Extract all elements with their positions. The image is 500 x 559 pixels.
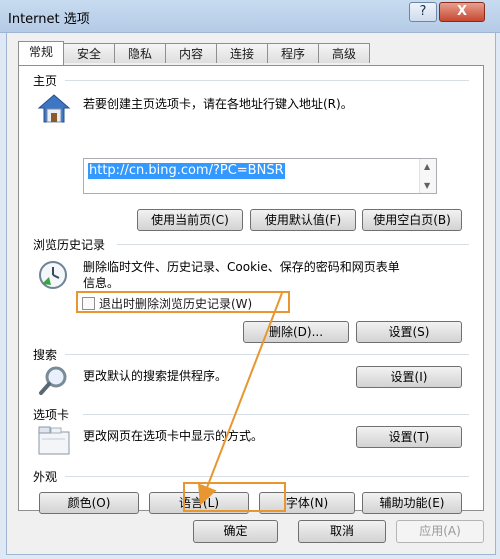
delete-on-exit-row[interactable]: 退出时删除浏览历史记录(W) [76, 291, 290, 313]
delete-history-button[interactable]: 删除(D)... [243, 321, 349, 343]
appearance-heading: 外观 [33, 470, 58, 484]
title-bar: Internet 选项 ? X [0, 0, 500, 33]
home-divider [65, 80, 469, 81]
search-settings-button[interactable]: 设置(I) [356, 366, 462, 388]
delete-on-exit-label: 退出时删除浏览历史记录(W) [99, 297, 253, 311]
colors-button[interactable]: 颜色(O) [39, 492, 139, 514]
tab-advanced[interactable]: 高级 [318, 43, 370, 63]
apply-button[interactable]: 应用(A) [396, 520, 484, 543]
home-url-text: http://cn.bing.com/?PC=BNSR [88, 163, 285, 179]
tab-programs[interactable]: 程序 [267, 43, 319, 63]
history-description-line2: 信息。 [83, 276, 120, 290]
delete-on-exit-checkbox[interactable] [82, 297, 95, 310]
close-button[interactable]: X [439, 2, 485, 22]
use-default-button[interactable]: 使用默认值(F) [250, 209, 356, 231]
history-heading: 浏览历史记录 [33, 238, 106, 252]
search-description: 更改默认的搜索提供程序。 [83, 369, 228, 383]
history-description-line1: 删除临时文件、历史记录、Cookie、保存的密码和网页表单 [83, 260, 400, 274]
cancel-button[interactable]: 取消 [298, 520, 386, 543]
history-divider [117, 244, 469, 245]
accessibility-button[interactable]: 辅助功能(E) [362, 492, 462, 514]
history-settings-button[interactable]: 设置(S) [356, 321, 462, 343]
history-clock-icon [39, 261, 67, 289]
home-description: 若要创建主页选项卡，请在各地址行键入地址(R)。 [83, 97, 353, 111]
search-divider [65, 354, 469, 355]
tabs-settings-button[interactable]: 设置(T) [356, 426, 462, 448]
ok-button[interactable]: 确定 [193, 520, 278, 543]
tab-content[interactable]: 内容 [165, 43, 217, 63]
use-blank-button[interactable]: 使用空白页(B) [362, 209, 462, 231]
home-url-textarea[interactable]: http://cn.bing.com/?PC=BNSR ▲ ▼ [83, 158, 437, 194]
tab-security[interactable]: 安全 [63, 43, 115, 63]
tab-connections[interactable]: 连接 [216, 43, 268, 63]
home-heading: 主页 [33, 74, 58, 88]
search-heading: 搜索 [33, 348, 58, 362]
general-tab-panel: 主页 若要创建主页选项卡，请在各地址行键入地址(R)。 http://cn.bi… [18, 65, 484, 514]
tab-general[interactable]: 常规 [18, 41, 64, 65]
scroll-up-icon: ▲ [424, 162, 431, 171]
house-icon [37, 94, 71, 123]
tabs-description: 更改网页在选项卡中显示的方式。 [83, 429, 264, 443]
window-title: Internet 选项 [8, 12, 90, 27]
tabs-heading: 选项卡 [33, 408, 70, 422]
tabbed-window-icon [38, 426, 70, 455]
use-current-button[interactable]: 使用当前页(C) [137, 209, 243, 231]
dialog-body: 常规 安全 隐私 内容 连接 程序 高级 主页 若要创建主页选项卡，请在各地址行… [6, 32, 496, 555]
appearance-divider [65, 476, 469, 477]
magnifier-icon [39, 366, 67, 395]
tab-privacy[interactable]: 隐私 [114, 43, 166, 63]
ok-highlight-frame [183, 482, 286, 512]
help-button[interactable]: ? [409, 2, 437, 22]
tabs-divider [83, 414, 469, 415]
scroll-down-icon: ▼ [424, 181, 431, 190]
url-scrollbar[interactable]: ▲ ▼ [419, 159, 436, 193]
